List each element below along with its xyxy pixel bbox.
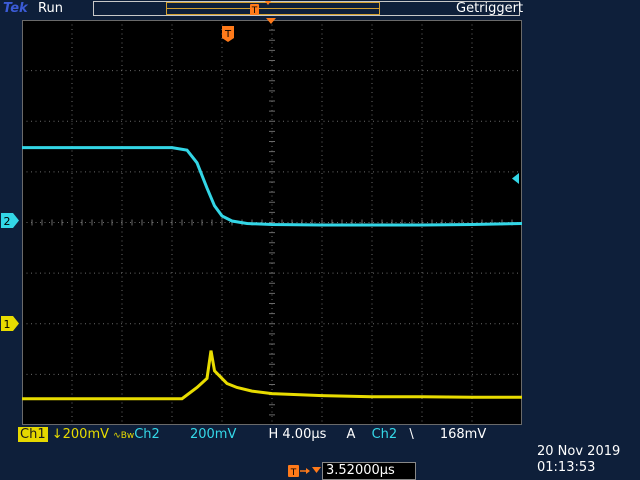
brand-logo: Tek: [3, 1, 28, 16]
trigger-level-marker[interactable]: [510, 173, 520, 185]
acquisition-state: Run: [38, 1, 63, 16]
horizontal-label: H: [268, 427, 279, 442]
ch1-marker-label: 1: [4, 318, 11, 331]
ch1-coupling-icon: ↓: [51, 427, 63, 442]
trigger-delay-readout: T 3.52000µs: [288, 462, 416, 480]
trigger-delay-value[interactable]: 3.52000µs: [322, 462, 416, 480]
ch2-ground-marker[interactable]: 2: [1, 213, 19, 228]
date-time: 20 Nov 2019 01:13:53: [537, 444, 620, 476]
trigger-mode: A: [346, 427, 356, 442]
ch1-ground-marker[interactable]: 1: [1, 316, 19, 331]
svg-text:T: T: [290, 468, 297, 478]
ch2-scale: 200mV: [189, 427, 237, 442]
trigger-slope-icon: \: [409, 427, 414, 442]
trigger-source: Ch2: [371, 427, 398, 442]
record-position-window: [166, 2, 380, 15]
trigger-time-marker[interactable]: T: [221, 26, 235, 42]
horizontal-scale: 4.00µs: [282, 427, 327, 442]
ch2-badge[interactable]: Ch2: [134, 427, 160, 442]
trigger-level: 168mV: [439, 427, 487, 442]
waveform-display: [22, 20, 522, 425]
svg-text:T: T: [251, 6, 258, 16]
trigger-position-icon: T: [250, 1, 271, 16]
ch1-badge[interactable]: Ch1: [18, 427, 48, 442]
ch1-scale: 200mV: [62, 427, 110, 442]
date-text: 20 Nov 2019: [537, 444, 621, 459]
ch2-marker-label: 2: [4, 215, 11, 228]
trigger-delay-icon: T: [288, 464, 321, 478]
channel-status-bar: Ch1 ↓200mV ∿BwCh2 200mV H 4.00µs A Ch2 \…: [18, 426, 524, 443]
trigger-status: Getriggert: [456, 1, 524, 16]
trigger-marker-label: T: [224, 29, 232, 40]
trigger-arrow-icon: [266, 18, 276, 24]
time-text: 01:13:53: [537, 460, 596, 475]
bandwidth-limit-icon: ∿Bw: [113, 431, 135, 441]
